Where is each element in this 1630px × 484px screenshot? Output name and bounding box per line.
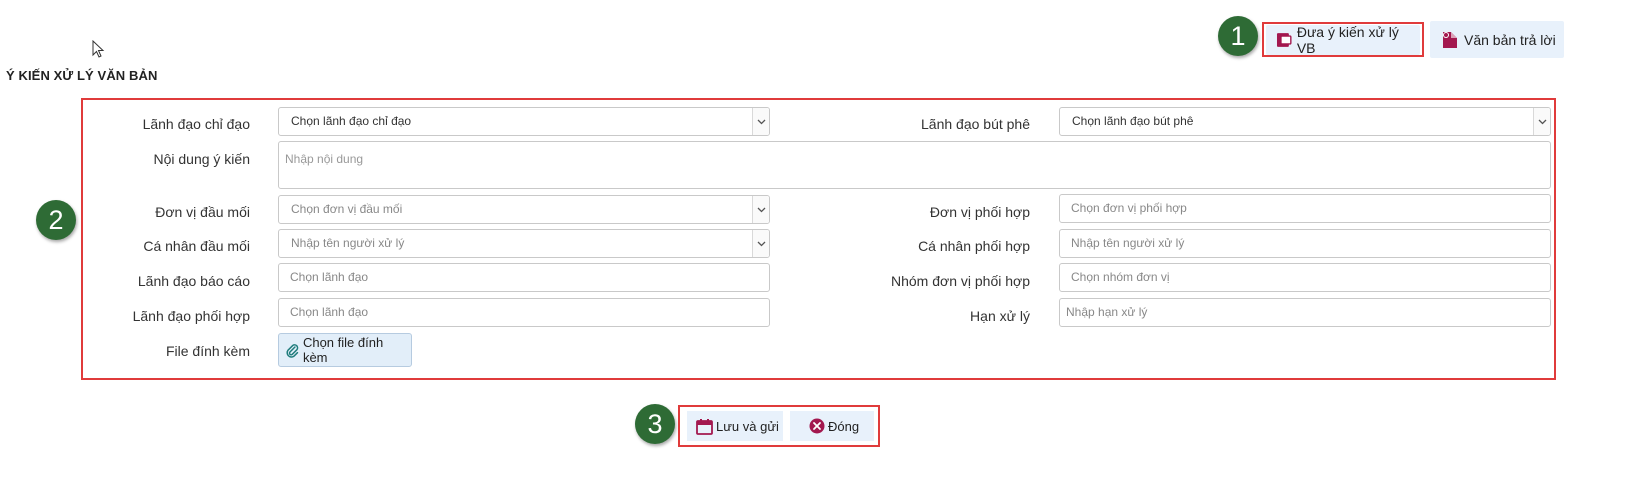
group-coord-input[interactable]: Chọn nhóm đơn vị bbox=[1059, 263, 1551, 292]
page-title: Ý KIẾN XỬ LÝ VĂN BẢN bbox=[6, 68, 158, 83]
lead-coord-input[interactable]: Chọn lãnh đạo bbox=[278, 298, 770, 327]
step-badge-2: 2 bbox=[36, 200, 76, 240]
unit-focal-placeholder: Chọn đơn vị đầu mối bbox=[291, 202, 403, 216]
mouse-cursor-icon bbox=[92, 40, 105, 58]
reply-document-button[interactable]: Văn bản trả lời bbox=[1430, 21, 1564, 58]
step-badge-1: 1 bbox=[1218, 16, 1258, 56]
lead-coord-placeholder: Chọn lãnh đạo bbox=[290, 305, 369, 319]
chevron-down-icon[interactable] bbox=[1533, 108, 1550, 135]
lead-coord-label: Lãnh đạo phối hợp bbox=[132, 308, 250, 324]
choose-file-label: Chọn file đính kèm bbox=[302, 335, 384, 365]
unit-focal-label: Đơn vị đầu mối bbox=[155, 204, 250, 220]
choose-file-button[interactable]: Chọn file đính kèm bbox=[278, 333, 412, 367]
person-coord-label: Cá nhân phối hợp bbox=[918, 238, 1030, 254]
deadline-label: Hạn xử lý bbox=[970, 308, 1030, 324]
chevron-down-icon[interactable] bbox=[752, 108, 769, 135]
save-send-label: Lưu và gửi bbox=[716, 418, 779, 434]
close-label: Đóng bbox=[828, 418, 860, 434]
lead-report-placeholder: Chọn lãnh đạo bbox=[290, 270, 369, 284]
unit-coord-label: Đơn vị phối hợp bbox=[929, 204, 1030, 220]
chevron-down-icon[interactable] bbox=[752, 196, 769, 223]
lead-note-select[interactable]: Chọn lãnh đạo bút phê bbox=[1059, 107, 1551, 136]
lead-direct-select[interactable]: Chọn lãnh đạo chỉ đạo bbox=[278, 107, 770, 136]
close-circle-icon bbox=[809, 418, 825, 434]
person-coord-placeholder: Nhập tên người xử lý bbox=[1071, 236, 1185, 250]
lead-note-label: Lãnh đạo bút phê bbox=[921, 116, 1030, 132]
person-focal-select[interactable]: Nhập tên người xử lý bbox=[278, 229, 770, 258]
content-placeholder: Nhập nội dung bbox=[285, 152, 364, 166]
calendar-save-icon bbox=[696, 418, 713, 435]
save-send-button[interactable]: Lưu và gửi bbox=[687, 411, 783, 441]
lead-note-value: Chọn lãnh đạo bút phê bbox=[1072, 114, 1194, 128]
close-button[interactable]: Đóng bbox=[790, 411, 874, 441]
lead-direct-label: Lãnh đạo chỉ đạo bbox=[142, 116, 250, 132]
comment-document-icon bbox=[1276, 33, 1292, 47]
attachment-label: File đính kèm bbox=[165, 343, 250, 359]
deadline-input[interactable]: Nhập hạn xử lý bbox=[1059, 298, 1551, 327]
chevron-down-icon[interactable] bbox=[752, 230, 769, 257]
deadline-placeholder: Nhập hạn xử lý bbox=[1066, 305, 1148, 319]
content-textarea[interactable]: Nhập nội dung bbox=[278, 141, 1551, 189]
unit-coord-placeholder: Chọn đơn vị phối hợp bbox=[1071, 201, 1187, 215]
group-coord-placeholder: Chọn nhóm đơn vị bbox=[1071, 270, 1170, 284]
opinion-button-label: Đưa ý kiến xử lý VB bbox=[1296, 24, 1399, 56]
step-badge-3: 3 bbox=[635, 404, 675, 444]
lead-direct-value: Chọn lãnh đạo chỉ đạo bbox=[291, 114, 412, 128]
lead-report-input[interactable]: Chọn lãnh đạo bbox=[278, 263, 770, 292]
lead-report-label: Lãnh đạo báo cáo bbox=[137, 273, 250, 289]
content-label: Nội dung ý kiến bbox=[153, 151, 250, 167]
person-focal-placeholder: Nhập tên người xử lý bbox=[291, 236, 405, 250]
person-coord-input[interactable]: Nhập tên người xử lý bbox=[1059, 229, 1551, 258]
group-coord-label: Nhóm đơn vị phối hợp bbox=[891, 273, 1030, 289]
unit-focal-select[interactable]: Chọn đơn vị đầu mối bbox=[278, 195, 770, 224]
paperclip-icon bbox=[286, 344, 299, 358]
opinion-button[interactable]: Đưa ý kiến xử lý VB bbox=[1266, 24, 1420, 56]
reply-document-icon bbox=[1443, 31, 1457, 48]
unit-coord-input[interactable]: Chọn đơn vị phối hợp bbox=[1059, 194, 1551, 223]
person-focal-label: Cá nhân đầu mối bbox=[143, 238, 250, 254]
reply-document-label: Văn bản trả lời bbox=[1464, 31, 1556, 48]
